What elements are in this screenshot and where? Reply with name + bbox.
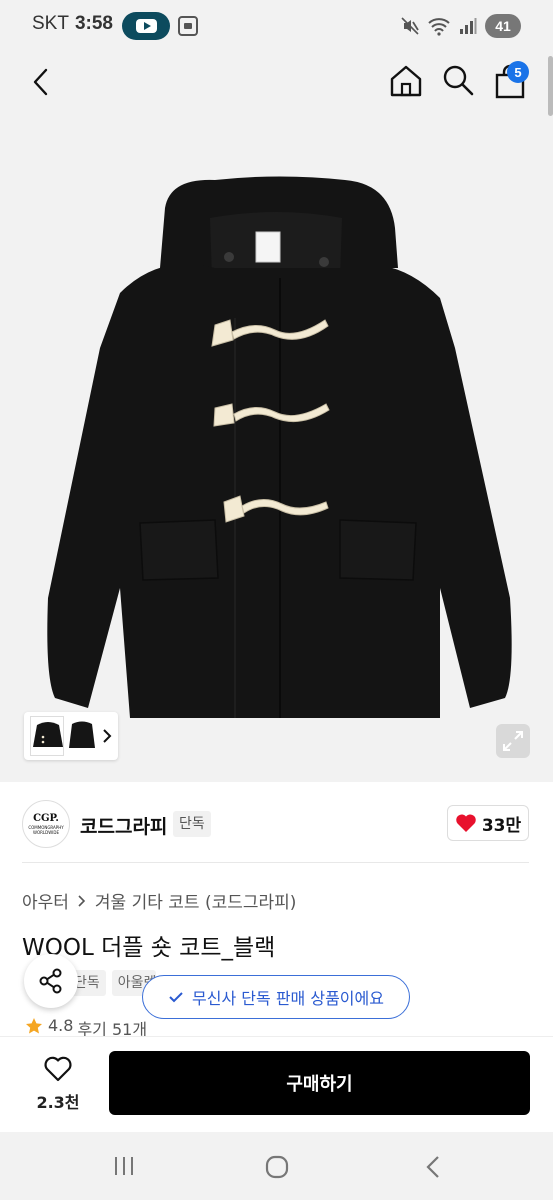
breadcrumb-category[interactable]: 아우터 [22, 888, 69, 913]
brand-logo[interactable]: CGP. COMMONGRAPHY WORLDWIDE [22, 800, 70, 848]
toast-text: 무신사 단독 판매 상품이에요 [192, 989, 384, 1008]
brand-like-button[interactable]: 33만 [447, 805, 529, 841]
product-photo [47, 176, 512, 718]
product-image-carousel[interactable] [0, 118, 553, 782]
recent-apps-icon[interactable] [112, 1154, 136, 1178]
brand-name-link[interactable]: 코드그라피 [80, 812, 167, 839]
divider [22, 862, 529, 863]
carrier-label: SKT [32, 13, 69, 34]
breadcrumb-subcategory[interactable]: 겨울 기타 코트 (코드그라피) [95, 888, 297, 913]
search-icon[interactable] [441, 63, 475, 97]
thumbnail-image[interactable] [30, 716, 64, 756]
status-icons: 41 [401, 12, 521, 40]
exclusive-tag: 단독 [173, 811, 211, 837]
brand-row: CGP. COMMONGRAPHY WORLDWIDE 코드그라피 단독 33만 [0, 800, 553, 850]
wifi-icon [428, 18, 450, 36]
breadcrumb: 아우터 겨울 기타 코트 (코드그라피) [22, 888, 296, 913]
star-icon [26, 1018, 42, 1034]
top-nav: 5 [0, 52, 553, 118]
status-bar: SKT 3:58 41 [0, 0, 553, 52]
share-button[interactable] [24, 954, 78, 1008]
thumbnail-image[interactable] [68, 716, 96, 756]
exclusive-toast: 무신사 단독 판매 상품이에요 [142, 975, 410, 1019]
wishlist-button[interactable]: 2.3천 [30, 1055, 86, 1115]
check-icon [169, 992, 183, 1003]
chevron-right-icon [78, 894, 86, 907]
buy-button[interactable]: 구매하기 [109, 1051, 530, 1115]
review-count: 후기 51개 [77, 1020, 148, 1036]
back-arrow-icon[interactable] [28, 66, 56, 98]
system-back-icon[interactable] [424, 1154, 442, 1180]
brand-like-count: 33만 [481, 815, 522, 836]
brand-logo-subtext: COMMONGRAPHY WORLDWIDE [28, 825, 64, 835]
mute-icon [401, 17, 419, 35]
cart-count-badge: 5 [507, 61, 529, 83]
wishlist-count: 2.3천 [36, 1093, 80, 1112]
clock: 3:58 [74, 13, 113, 34]
thumbnail-strip[interactable] [24, 712, 118, 760]
battery-indicator: 41 [485, 14, 521, 38]
share-icon [39, 968, 62, 994]
bottom-action-bar: 2.3천 구매하기 [0, 1036, 553, 1132]
rating-value: 4.8 [48, 1016, 74, 1035]
youtube-notification-icon [122, 12, 170, 40]
expand-icon[interactable] [496, 724, 530, 758]
system-nav-bar [0, 1132, 553, 1200]
rating-row[interactable]: 4.8 후기 51개 [24, 1016, 147, 1036]
gallery-notification-icon [178, 16, 198, 36]
home-icon[interactable] [388, 63, 424, 99]
carrier-time: SKT 3:58 [32, 13, 113, 35]
scrollbar[interactable] [548, 56, 553, 116]
brand-logo-text: CGP. [33, 813, 59, 824]
heart-outline-icon [44, 1056, 72, 1082]
heart-filled-icon [456, 814, 476, 832]
home-button-icon[interactable] [264, 1154, 290, 1180]
chevron-right-icon[interactable] [100, 726, 114, 746]
signal-icon [460, 18, 477, 34]
